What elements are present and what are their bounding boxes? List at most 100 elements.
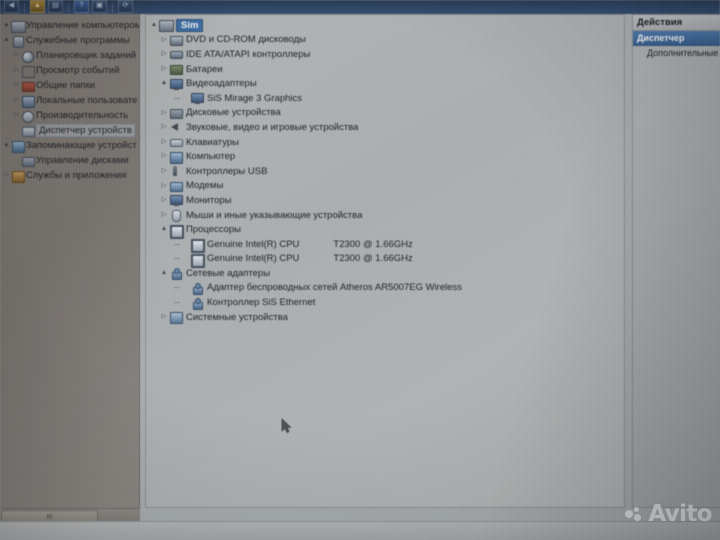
tree-node-ide-controllers[interactable]: ▷ IDE ATA/ATAPI контроллеры [146,47,624,62]
expander-icon[interactable]: ▷ [159,182,169,190]
help-glyph: ? [79,1,84,9]
device-tree-pane[interactable]: ▲ Sim ▷ DVD и CD-ROM дисководы ▷ IDE ATA… [145,14,625,508]
tree-node-cpu-2[interactable]: Genuine Intel(R) CPU T2300 @ 1.66GHz [146,252,624,268]
tree-node-batteries[interactable]: ▷ Батареи [146,62,624,77]
expander-icon[interactable]: ▷ [159,109,169,117]
expander-icon[interactable]: ▲ [159,80,169,87]
device-manager-icon [21,125,35,137]
avito-logo-icon [625,506,644,523]
tree-node-sim[interactable]: ▲ Sim [146,18,624,33]
nav-item-label: Службы и приложения [26,170,127,181]
network-adapter-icon [169,267,183,281]
nav-item-event-viewer[interactable]: ▷ Просмотр событий [0,63,139,78]
actions-pane[interactable]: Действия Диспетчер устройств Дополнитель… [632,14,720,508]
tree-node-label: Системные устройства [186,311,288,323]
tree-node-label: Контроллер SiS Ethernet [207,297,316,309]
tree-node-label: DVD и CD-ROM дисководы [186,34,306,46]
system-device-icon [169,311,183,325]
tree-node-dvd-cdrom[interactable]: ▷ DVD и CD-ROM дисководы [146,33,624,48]
expander-icon[interactable]: ▷ [12,52,21,59]
processor-icon [169,224,184,239]
up-folder-icon[interactable]: ▲ [30,0,45,13]
nav-item-computer-management[interactable]: ▲ Управление компьютером (л [0,18,139,33]
expander-icon[interactable]: ▲ [2,37,11,44]
expander-icon[interactable]: ▷ [159,36,169,44]
tree-node-modems[interactable]: ▷ Модемы [146,179,624,194]
nav-item-performance[interactable]: ▷ Производительность [0,108,139,123]
avito-watermark: Avito [625,501,713,527]
nav-item-device-manager[interactable]: Диспетчер устройств [0,123,139,138]
nav-item-services-and-applications[interactable]: ▷ Службы и приложения [0,168,139,183]
expander-icon[interactable]: ▷ [159,65,169,73]
tree-node-monitors[interactable]: ▷ Мониторы [146,193,624,208]
tree-node-display-adapters[interactable]: ▲ Видеоадаптеры [146,76,624,91]
expander-icon[interactable]: ▷ [159,313,169,321]
tree-node-computer[interactable]: ▷ Компьютер [146,149,624,164]
expander-icon[interactable]: ▲ [149,22,159,29]
properties-icon[interactable]: ▣ [92,0,107,13]
toolbar-separator-3 [112,3,113,13]
expander-icon[interactable]: ▷ [12,82,21,89]
tree-node-disk-drives[interactable]: ▷ Дисковые устройства [146,106,624,121]
actions-header: Действия [633,15,720,31]
tree-node-label: Адаптер беспроводных сетей Atheros AR500… [207,282,463,294]
expander-icon[interactable]: ▷ [159,51,169,58]
nav-item-shared-folders[interactable]: ▷ Общие папки [0,78,139,93]
expander-icon[interactable]: ▷ [159,138,169,146]
expander-icon[interactable]: ▷ [159,211,169,219]
nav-item-local-users[interactable]: ▷ Локальные пользовате [0,93,139,108]
tree-node-processors[interactable]: ▲ Процессоры [146,222,624,239]
tree-node-atheros-wireless-adapter[interactable]: Адаптер беспроводных сетей Atheros AR500… [146,281,624,296]
expander-icon[interactable]: ▷ [2,172,11,179]
console-tree-pane[interactable]: ▲ Управление компьютером (л ▲ Служебные … [0,14,140,508]
tree-node-label-detail: T2300 @ 1.66GHz [333,253,413,265]
expander-icon[interactable]: ▷ [159,167,169,175]
nav-item-storage[interactable]: ▲ Запоминающие устройст [0,138,139,153]
toolbar[interactable]: ◀ ▲ ▤ ? ▣ ⟳ [0,0,720,14]
computer-node-icon [169,151,183,164]
expander-icon[interactable]: ▷ [159,197,169,204]
tree-node-network-adapters[interactable]: ▲ Сетевые адаптеры [146,266,624,281]
help-icon[interactable]: ? [74,0,89,13]
tree-node-usb-controllers[interactable]: ▷ Контроллеры USB [146,164,624,179]
tree-node-sis-ethernet-controller[interactable]: Контроллер SiS Ethernet [146,295,624,310]
tree-node-mice-pointing-devices[interactable]: ▷ Мыши и иные указывающие устройства [146,208,624,223]
tree-node-sound-video-game-controllers[interactable]: ▷ Звуковые, видео и игровые устройства [146,120,624,135]
tree-node-label: Клавиатуры [186,136,240,148]
nav-item-task-scheduler[interactable]: ▷ Планировщик заданий [0,48,139,63]
properties-glyph: ▣ [96,1,103,9]
scan-glyph: ⟳ [122,1,129,9]
expander-icon[interactable]: ▷ [12,97,21,104]
avito-wordmark: Avito [648,501,712,527]
tree-node-label: Батареи [186,63,223,75]
shared-folder-icon [21,80,35,92]
expander-icon[interactable]: ▷ [12,112,21,119]
expander-icon[interactable]: ▲ [159,226,169,233]
battery-icon [169,63,183,76]
scan-hardware-icon[interactable]: ⟳ [118,0,133,13]
nav-item-system-tools[interactable]: ▲ Служебные программы [0,33,139,48]
tree-node-system-devices[interactable]: ▷ Системные устройства [146,310,624,325]
actions-more-item[interactable]: Дополнительные [633,46,720,61]
tree-node-keyboards[interactable]: ▷ Клавиатуры [146,135,624,150]
grip-line [51,513,52,519]
dvd-drive-icon [169,34,183,46]
show-hide-tree-icon[interactable]: ▤ [48,0,63,13]
tree-node-cpu-1[interactable]: Genuine Intel(R) CPU T2300 @ 1.66GHz [146,237,624,254]
sound-device-icon [169,121,183,133]
nav-horizontal-scrollbar[interactable] [0,508,140,522]
actions-selected-item[interactable]: Диспетчер устройств [633,31,720,46]
modem-icon [169,180,183,192]
nav-item-label: Локальные пользовате [36,95,138,106]
expander-icon[interactable]: ▷ [12,67,21,74]
expander-icon[interactable]: ▲ [2,22,11,29]
expander-icon[interactable]: ▲ [2,142,11,149]
ide-controller-icon [169,48,183,60]
tree-node-sis-mirage-3-graphics[interactable]: SiS Mirage 3 Graphics [146,91,624,106]
back-icon[interactable]: ◀ [4,0,19,13]
expander-icon[interactable]: ▷ [159,124,169,131]
expander-icon[interactable]: ▷ [159,153,169,160]
nav-item-disk-management[interactable]: Управление дисками [0,153,139,168]
expander-icon[interactable]: ▲ [159,270,169,277]
nav-item-label: Производительность [36,110,129,121]
